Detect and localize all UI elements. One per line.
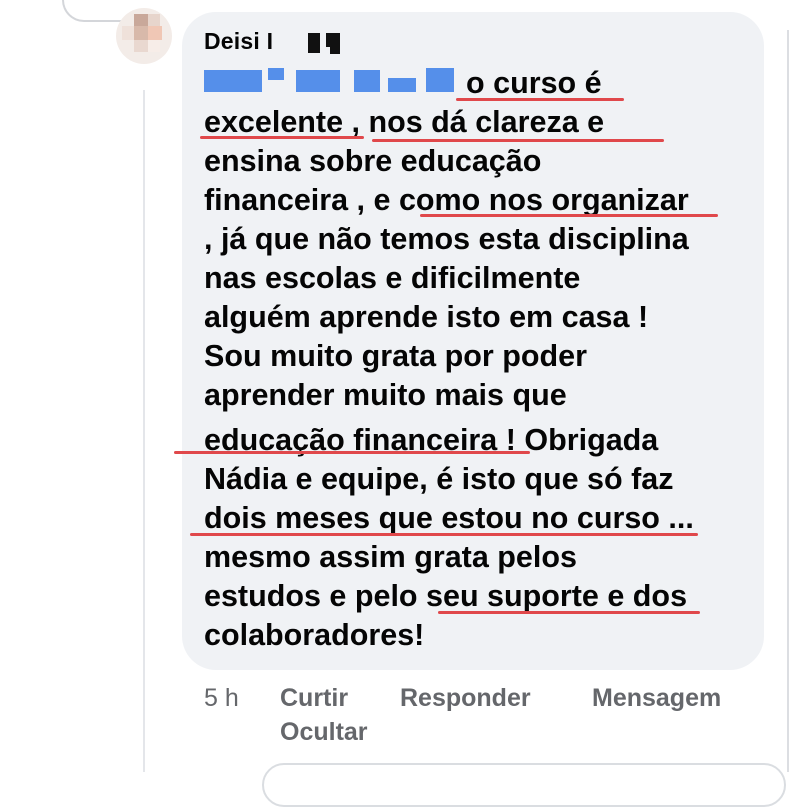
- highlight-underline: [174, 451, 530, 454]
- comment-timestamp[interactable]: 5 h: [204, 684, 239, 713]
- comment-text-line: excelente , nos dá clareza e: [204, 105, 605, 139]
- thread-line: [787, 30, 789, 772]
- highlight-underline: [456, 98, 624, 101]
- comment-text-line: aprender muito mais que: [204, 378, 567, 412]
- comment-text-line: Sou muito grata por poder: [204, 339, 587, 373]
- comment-author[interactable]: Deisi I: [204, 28, 273, 55]
- redacted-mention: [354, 70, 380, 92]
- comment-text-line: nas escolas e dificilmente: [204, 261, 581, 295]
- comment-text-line: dois meses que estou no curso ...: [204, 501, 694, 535]
- comment-text-line: o curso é: [466, 66, 602, 100]
- comment-text-line: ensina sobre educação: [204, 144, 542, 178]
- reply-thread-line: [143, 90, 145, 772]
- comment-text-line: financeira , e como nos organizar: [204, 183, 689, 217]
- highlight-underline: [372, 139, 664, 142]
- comment-text-line: , já que não temos esta disciplina: [204, 222, 689, 256]
- redacted-mention: [204, 70, 262, 92]
- redacted-name: [330, 44, 340, 54]
- comment-text-line: alguém aprende isto em casa !: [204, 300, 649, 334]
- highlight-underline: [200, 136, 364, 139]
- thread-connector: [62, 0, 124, 22]
- reply-input[interactable]: [262, 763, 786, 807]
- redacted-mention: [388, 78, 416, 92]
- redacted-mention: [268, 68, 284, 80]
- hide-button[interactable]: Ocultar: [280, 718, 368, 747]
- highlight-underline: [190, 533, 698, 536]
- comment-text-line: mesmo assim grata pelos: [204, 540, 577, 574]
- reply-button[interactable]: Responder: [400, 684, 531, 713]
- comment-text-line: Nádia e equipe, é isto que só faz: [204, 462, 674, 496]
- comment-text-line: estudos e pelo seu suporte e dos: [204, 579, 688, 613]
- redacted-mention: [426, 68, 454, 92]
- like-button[interactable]: Curtir: [280, 684, 348, 713]
- redacted-mention: [296, 70, 340, 92]
- highlight-underline: [420, 214, 718, 217]
- comment-text-line: colaboradores!: [204, 618, 425, 652]
- message-button[interactable]: Mensagem: [592, 684, 721, 713]
- redacted-name: [308, 33, 320, 53]
- avatar[interactable]: [116, 8, 172, 64]
- highlight-underline: [438, 611, 700, 614]
